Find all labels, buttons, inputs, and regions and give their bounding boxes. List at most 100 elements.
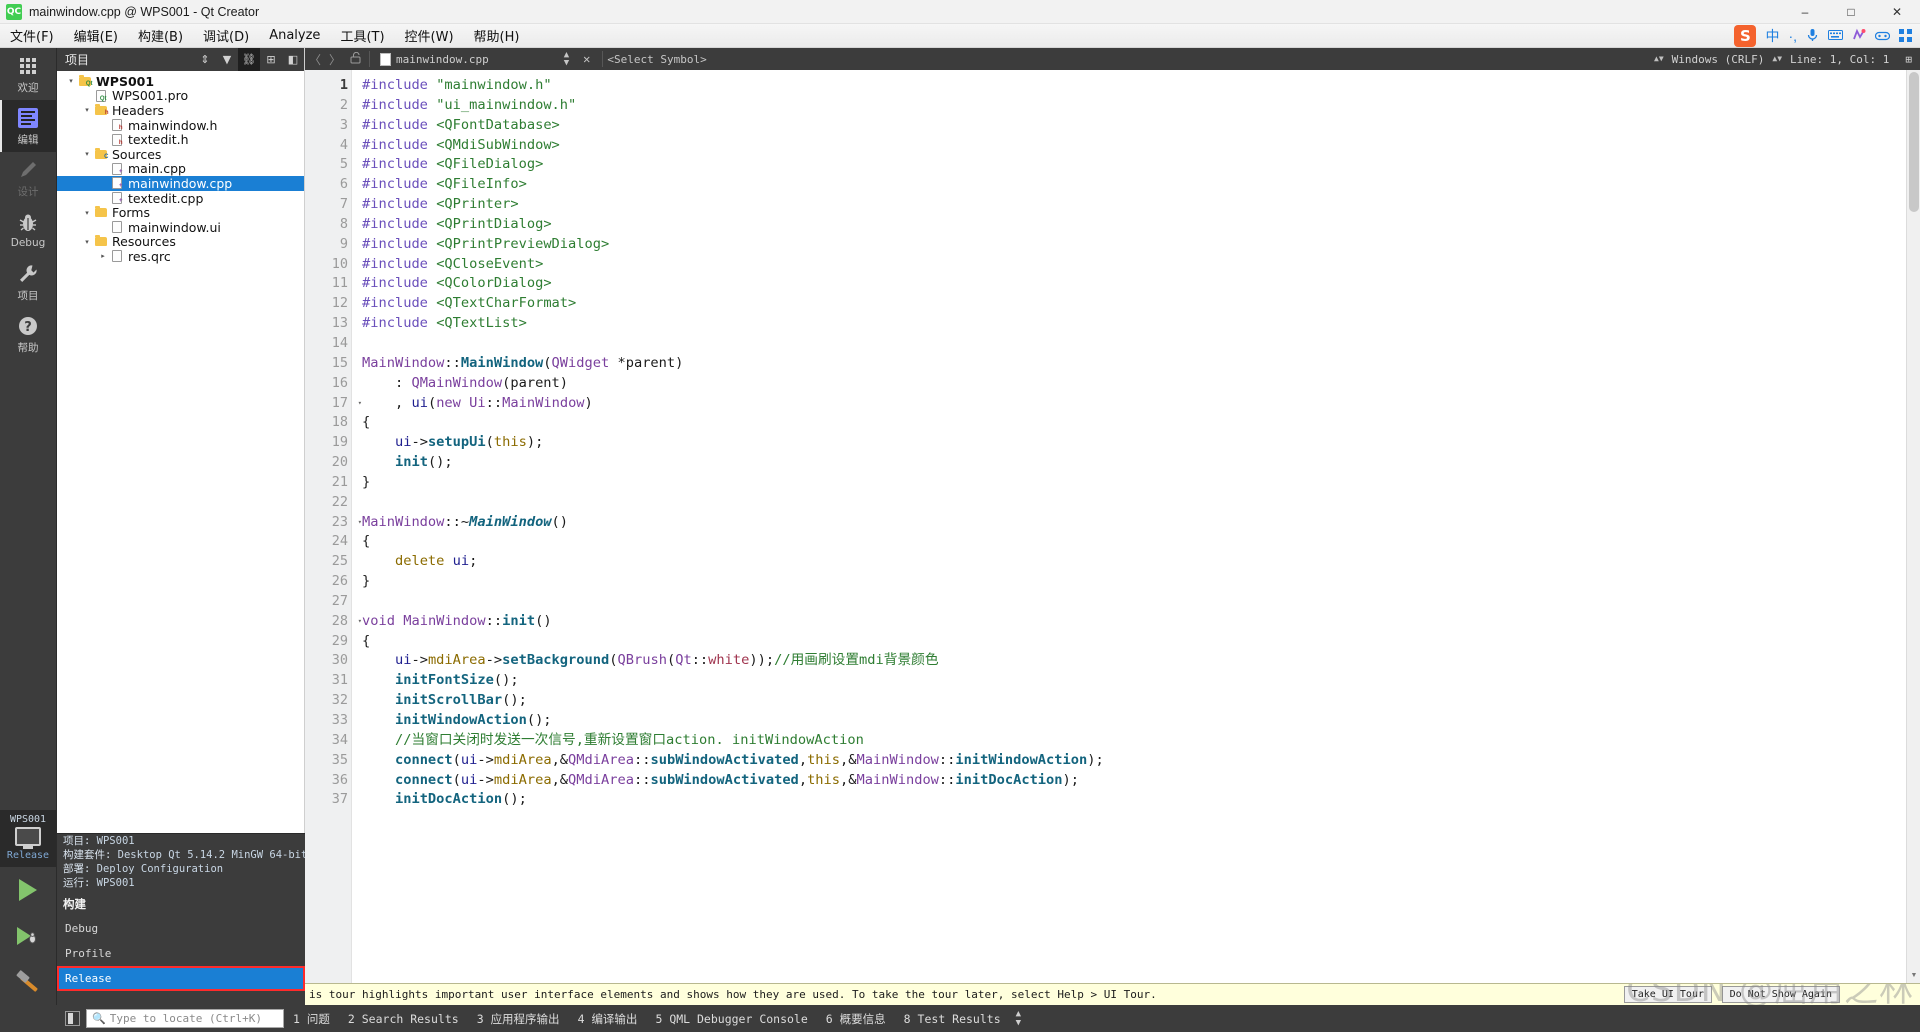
tree-expander-icon[interactable]: ▾ (81, 238, 93, 246)
code-line-32[interactable]: initScrollBar(); (362, 691, 1920, 711)
code-line-25[interactable]: delete ui; (362, 552, 1920, 572)
code-line-20[interactable]: init(); (362, 453, 1920, 473)
tree-item-mainwindow-cpp[interactable]: + mainwindow.cpp (57, 176, 304, 191)
kit-selector[interactable]: WPS001 Release (0, 810, 56, 867)
code-line-18[interactable]: { (362, 413, 1920, 433)
code-line-15[interactable]: MainWindow::MainWindow(QWidget *parent) (362, 354, 1920, 374)
source-code[interactable]: #include "mainwindow.h" #include "ui_main… (352, 70, 1920, 983)
tree-item-headers[interactable]: ▾ h Headers (57, 103, 304, 118)
code-line-9[interactable]: #include <QPrintPreviewDialog> (362, 235, 1920, 255)
locator-input[interactable]: 🔍 Type to locate (Ctrl+K) (86, 1009, 284, 1028)
ime-apps-icon[interactable] (1899, 28, 1912, 44)
output-pane-test-results[interactable]: 8 Test Results (895, 1012, 1010, 1026)
code-line-16[interactable]: : QMainWindow(parent) (362, 374, 1920, 394)
toggle-sidebar-icon[interactable] (65, 1011, 80, 1026)
sidebar-sync-icon[interactable]: ⛓ (238, 48, 260, 71)
line-ending-selector[interactable]: Windows (CRLF) (1664, 53, 1773, 66)
code-line-36[interactable]: connect(ui->mdiArea,&QMdiArea::subWindow… (362, 771, 1920, 791)
menu-edit[interactable]: 编辑(E) (64, 24, 128, 47)
ime-microphone-icon[interactable] (1806, 28, 1819, 44)
split-editor-button[interactable]: ⊞ (1897, 53, 1920, 66)
open-file-combo[interactable]: mainwindow.cpp ▲ ▼ (374, 51, 575, 68)
fold-marker-icon[interactable]: ▾ (358, 394, 362, 414)
code-line-26[interactable]: } (362, 572, 1920, 592)
cursor-position[interactable]: Line: 1, Col: 1 (1782, 53, 1897, 66)
code-line-37[interactable]: initDocAction(); (362, 790, 1920, 810)
tree-item-mainwindow-h[interactable]: h mainwindow.h (57, 118, 304, 133)
ime-skin-icon[interactable] (1852, 28, 1866, 44)
cursor-arrows-icon[interactable]: ▲▼ (1772, 55, 1782, 63)
mode-edit[interactable]: 编辑 (0, 100, 56, 152)
menu-tools[interactable]: 工具(T) (330, 24, 394, 47)
ime-chinese-icon[interactable]: 中 (1765, 29, 1779, 43)
tree-item-sources[interactable]: ▾ C Sources (57, 147, 304, 162)
output-pane-qml-debugger[interactable]: 5 QML Debugger Console (646, 1012, 816, 1026)
output-pane-general-messages[interactable]: 6 概要信息 (817, 1011, 895, 1027)
code-line-14[interactable] (362, 334, 1920, 354)
code-area[interactable]: 1 2 3 4 5 6 7 8 9 10 11 12 13 14 15 16 17 ▾ 18 19 20 21 22 23 ▾ 2… (305, 70, 1920, 983)
tree-item-wps001[interactable]: ▾ Qt WPS001 (57, 74, 304, 89)
build-option-debug[interactable]: Debug (57, 916, 305, 941)
sidebar-sort-icon[interactable]: ⇕ (194, 48, 216, 71)
tree-item-main-cpp[interactable]: + main.cpp (57, 161, 304, 176)
code-line-11[interactable]: #include <QColorDialog> (362, 274, 1920, 294)
code-line-1[interactable]: #include "mainwindow.h" (362, 76, 1920, 96)
code-line-12[interactable]: #include <QTextCharFormat> (362, 294, 1920, 314)
code-line-31[interactable]: initFontSize(); (362, 671, 1920, 691)
build-option-profile[interactable]: Profile (57, 941, 305, 966)
line-ending-arrows-icon[interactable]: ▲▼ (1654, 55, 1664, 63)
code-line-6[interactable]: #include <QFileInfo> (362, 175, 1920, 195)
code-line-2[interactable]: #include "ui_mainwindow.h" (362, 96, 1920, 116)
code-line-24[interactable]: { (362, 532, 1920, 552)
build-option-release[interactable]: Release (57, 966, 305, 991)
code-line-13[interactable]: #include <QTextList> (362, 314, 1920, 334)
scrollbar-thumb[interactable] (1909, 72, 1919, 212)
tree-item-forms[interactable]: ▾ Forms (57, 205, 304, 220)
mode-welcome[interactable]: 欢迎 (0, 48, 56, 100)
ime-game-icon[interactable] (1874, 29, 1891, 43)
sidebar-close-icon[interactable]: ◧ (282, 48, 304, 71)
fold-marker-icon[interactable]: ▾ (358, 513, 362, 533)
tree-item-textedit-h[interactable]: h textedit.h (57, 132, 304, 147)
mode-help[interactable]: ? 帮助 (0, 308, 56, 360)
code-line-7[interactable]: #include <QPrinter> (362, 195, 1920, 215)
tree-expander-icon[interactable]: ▾ (81, 209, 93, 217)
menu-file[interactable]: 文件(F) (0, 24, 64, 47)
code-line-3[interactable]: #include <QFontDatabase> (362, 116, 1920, 136)
close-document-button[interactable]: ✕ (575, 52, 598, 66)
lock-icon[interactable] (345, 51, 365, 67)
ime-punctuation-icon[interactable]: ·, (1788, 29, 1797, 43)
tree-item-wps001-pro[interactable]: Qt WPS001.pro (57, 88, 304, 103)
code-line-8[interactable]: #include <QPrintDialog> (362, 215, 1920, 235)
output-pane-search-results[interactable]: 2 Search Results (339, 1012, 468, 1026)
nav-forward-icon[interactable]: 〉 (325, 51, 345, 68)
code-line-30[interactable]: ui->mdiArea->setBackground(QBrush(Qt::wh… (362, 651, 1920, 671)
code-line-19[interactable]: ui->setupUi(this); (362, 433, 1920, 453)
mode-debug[interactable]: Debug (0, 204, 56, 256)
menu-build[interactable]: 构建(B) (128, 24, 193, 47)
menu-debug[interactable]: 调试(D) (193, 24, 259, 47)
code-line-34[interactable]: //当窗口关闭时发送一次信号,重新设置窗口action. initWindowA… (362, 731, 1920, 751)
tree-expander-icon[interactable]: ▾ (81, 150, 93, 158)
sogou-logo-icon[interactable]: S (1734, 25, 1757, 47)
code-line-4[interactable]: #include <QMdiSubWindow> (362, 136, 1920, 156)
code-line-10[interactable]: #include <QCloseEvent> (362, 255, 1920, 275)
code-line-22[interactable] (362, 493, 1920, 513)
menu-analyze[interactable]: Analyze (259, 26, 330, 45)
tree-item-res-qrc[interactable]: ▸ res.qrc (57, 249, 304, 264)
menu-window[interactable]: 控件(W) (395, 24, 464, 47)
code-line-23[interactable]: MainWindow::~MainWindow() (362, 513, 1920, 533)
code-line-28[interactable]: void MainWindow::init() (362, 612, 1920, 632)
tree-expander-icon[interactable]: ▾ (81, 106, 93, 114)
output-pane-compile-output[interactable]: 4 编译输出 (569, 1011, 647, 1027)
output-pane-issues[interactable]: 1 问题 (284, 1011, 339, 1027)
code-line-21[interactable]: } (362, 473, 1920, 493)
output-pane-app-output[interactable]: 3 应用程序输出 (468, 1011, 569, 1027)
tree-item-resources[interactable]: ▾ Resources (57, 234, 304, 249)
build-button[interactable] (0, 959, 56, 1005)
menu-help[interactable]: 帮助(H) (464, 24, 530, 47)
close-button[interactable]: ✕ (1874, 0, 1920, 24)
sidebar-filter-icon[interactable]: ▼ (216, 48, 238, 71)
file-combo-arrows-icon[interactable]: ▲ ▼ (564, 51, 569, 68)
tree-item-mainwindow-ui[interactable]: mainwindow.ui (57, 220, 304, 235)
